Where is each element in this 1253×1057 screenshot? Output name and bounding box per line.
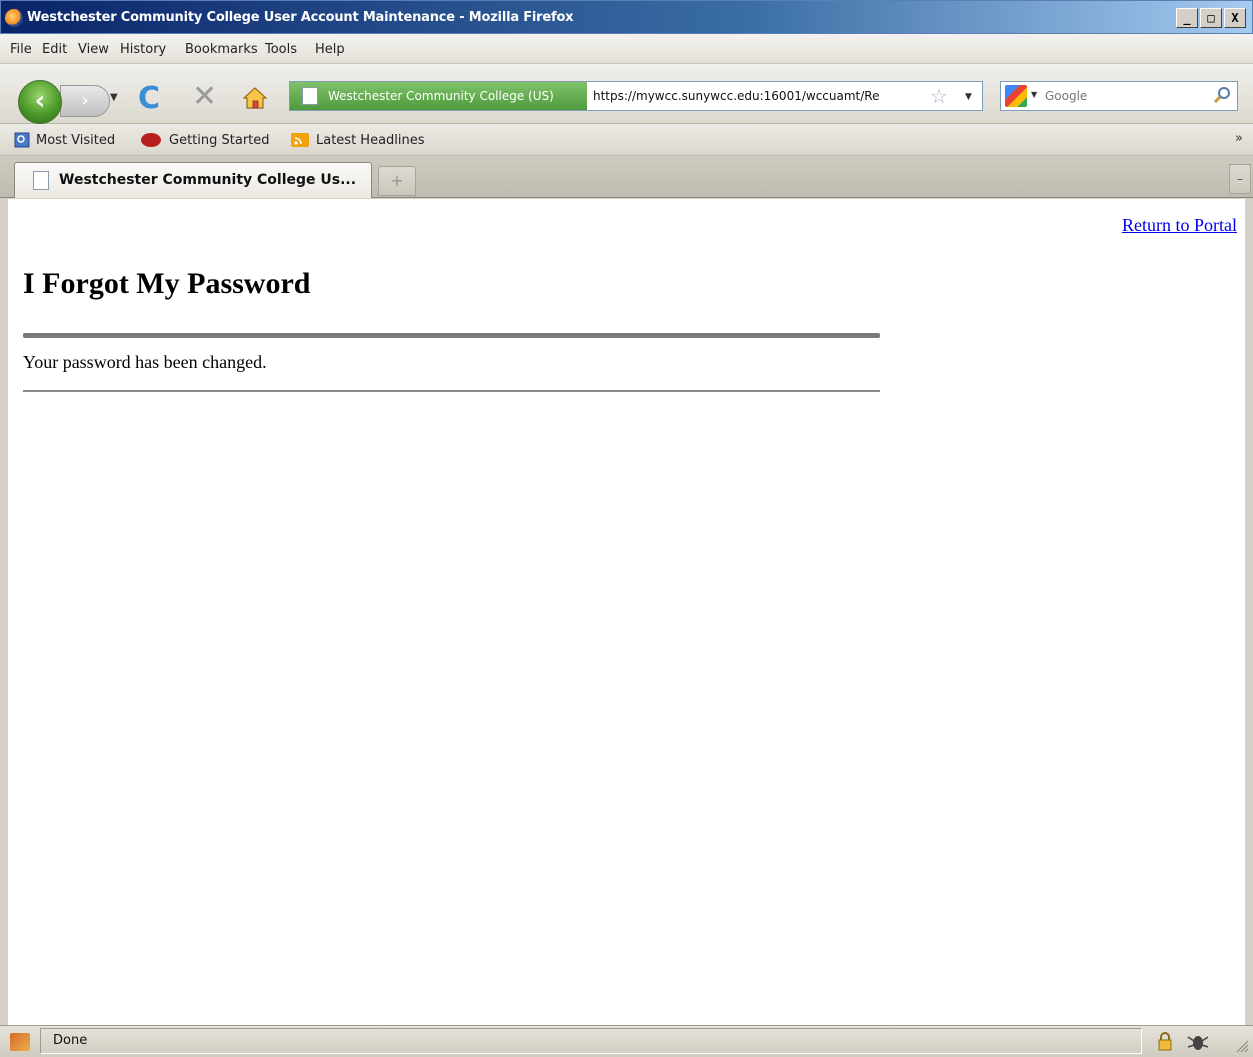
bookmarks-overflow-icon[interactable]: » bbox=[1235, 131, 1243, 146]
menu-bar: File Edit View History Bookmarks Tools H… bbox=[0, 34, 1253, 64]
bookmark-getting-started[interactable]: Getting Started bbox=[169, 133, 270, 148]
close-button[interactable]: X bbox=[1224, 8, 1246, 28]
site-identity-button[interactable]: Westchester Community College (US) bbox=[290, 82, 587, 110]
return-to-portal-link[interactable]: Return to Portal bbox=[1122, 215, 1237, 236]
magnifier-icon[interactable] bbox=[1213, 86, 1231, 104]
home-icon[interactable] bbox=[243, 87, 267, 109]
rss-icon bbox=[291, 133, 309, 147]
url-dropdown-icon[interactable]: ▼ bbox=[965, 85, 972, 109]
site-identity-label: Westchester Community College (US) bbox=[328, 89, 554, 103]
plus-icon: + bbox=[390, 171, 404, 190]
menu-view[interactable]: View bbox=[78, 42, 109, 57]
tab-label: Westchester Community College Us... bbox=[59, 172, 357, 188]
bookmark-most-visited[interactable]: Most Visited bbox=[36, 133, 115, 148]
menu-tools[interactable]: Tools bbox=[265, 42, 297, 57]
window-title: Westchester Community College User Accou… bbox=[27, 10, 574, 25]
history-dropdown-icon[interactable]: ▼ bbox=[110, 92, 118, 103]
engine-dropdown-icon[interactable]: ▼ bbox=[1031, 90, 1037, 99]
menu-bookmarks[interactable]: Bookmarks bbox=[185, 42, 258, 57]
address-bar[interactable]: Westchester Community College (US) https… bbox=[289, 81, 983, 111]
forward-arrow-icon: › bbox=[81, 90, 89, 111]
most-visited-icon bbox=[14, 132, 30, 148]
status-message: Your password has been changed. bbox=[23, 352, 267, 372]
status-text: Done bbox=[40, 1028, 1142, 1054]
menu-history[interactable]: History bbox=[120, 42, 166, 57]
reload-icon[interactable]: C bbox=[138, 84, 160, 114]
window-titlebar[interactable]: Westchester Community College User Accou… bbox=[0, 0, 1253, 34]
menu-file[interactable]: File bbox=[10, 42, 32, 57]
window-frame-left bbox=[0, 199, 8, 1025]
menu-help[interactable]: Help bbox=[315, 42, 345, 57]
status-icon bbox=[10, 1033, 30, 1051]
bookmarks-toolbar: Most Visited Getting Started Latest Head… bbox=[0, 124, 1253, 156]
page-content: Return to Portal I Forgot My Password Yo… bbox=[8, 199, 1245, 1025]
google-icon[interactable] bbox=[1005, 85, 1027, 107]
back-button[interactable]: ‹ bbox=[18, 80, 62, 124]
search-input[interactable] bbox=[1045, 86, 1195, 106]
getting-started-icon bbox=[141, 133, 161, 147]
back-arrow-icon: ‹ bbox=[34, 86, 46, 116]
page-icon bbox=[33, 171, 49, 190]
all-tabs-button[interactable]: – bbox=[1229, 164, 1251, 194]
page-icon bbox=[302, 87, 318, 105]
divider-thin bbox=[23, 390, 880, 392]
tab-active[interactable]: Westchester Community College Us... bbox=[14, 162, 372, 198]
star-icon[interactable]: ☆ bbox=[930, 84, 948, 108]
forward-button[interactable]: › bbox=[60, 85, 110, 117]
page-title: I Forgot My Password bbox=[23, 267, 311, 300]
bookmark-latest-headlines[interactable]: Latest Headlines bbox=[316, 133, 425, 148]
search-box[interactable]: ▼ bbox=[1000, 81, 1238, 111]
minimize-button[interactable]: _ bbox=[1176, 8, 1198, 28]
new-tab-button[interactable]: + bbox=[378, 166, 416, 196]
minus-icon: – bbox=[1237, 172, 1243, 186]
maximize-button[interactable]: □ bbox=[1200, 8, 1222, 28]
bug-icon[interactable] bbox=[1186, 1031, 1210, 1053]
lock-icon[interactable] bbox=[1157, 1031, 1173, 1051]
window-frame-right bbox=[1245, 199, 1253, 1025]
firefox-icon bbox=[5, 9, 23, 27]
divider-thick bbox=[23, 333, 880, 338]
status-bar: Done bbox=[0, 1025, 1253, 1057]
window-controls: _ □ X bbox=[1176, 8, 1246, 28]
stop-icon[interactable]: ✕ bbox=[192, 82, 217, 112]
menu-edit[interactable]: Edit bbox=[42, 42, 67, 57]
resize-grip-icon[interactable] bbox=[1235, 1039, 1249, 1053]
url-text[interactable]: https://mywcc.sunywcc.edu:16001/wccuamt/… bbox=[593, 82, 879, 110]
